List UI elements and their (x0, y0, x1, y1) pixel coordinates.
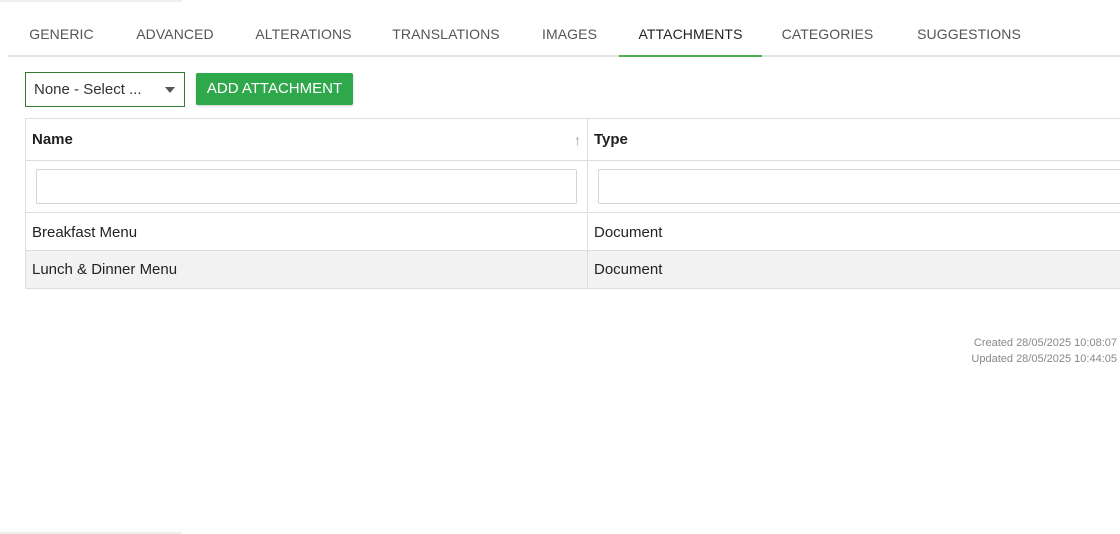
tab-categories[interactable]: CATEGORIES (762, 14, 893, 55)
filter-row (26, 161, 1120, 213)
attachments-table: Name ↑ Type Breakfast Menu Document Lunc… (25, 118, 1120, 289)
table-header: Name ↑ Type (26, 119, 1120, 161)
column-header-label: Name (32, 131, 73, 148)
updated-timestamp: Updated 28/05/2025 10:44:05 (971, 353, 1117, 365)
tab-bar: GENERIC ADVANCED ALTERATIONS TRANSLATION… (8, 14, 1120, 57)
column-header-label: Type (594, 131, 628, 148)
cell-name: Lunch & Dinner Menu (26, 251, 588, 288)
column-header-type[interactable]: Type (588, 119, 1120, 160)
record-timestamps: Created 28/05/2025 10:08:07 Updated 28/0… (971, 335, 1117, 367)
table-row[interactable]: Lunch & Dinner Menu Document (26, 251, 1120, 288)
attachment-select-value: None - Select ... (34, 81, 142, 98)
attachment-select[interactable]: None - Select ... (25, 72, 185, 107)
sort-ascending-icon[interactable]: ↑ (574, 119, 581, 161)
tab-generic[interactable]: GENERIC (8, 14, 115, 55)
top-divider (0, 0, 182, 2)
add-attachment-button[interactable]: ADD ATTACHMENT (196, 73, 353, 105)
chevron-down-icon (165, 87, 175, 93)
tab-suggestions[interactable]: SUGGESTIONS (893, 14, 1045, 55)
name-filter-input[interactable] (36, 169, 577, 204)
filter-cell (26, 161, 588, 212)
cell-name: Breakfast Menu (26, 214, 588, 250)
cell-type: Document (594, 261, 663, 278)
tab-attachments[interactable]: ATTACHMENTS (619, 14, 762, 57)
tab-images[interactable]: IMAGES (520, 14, 619, 55)
filter-cell (588, 161, 1120, 212)
column-header-name[interactable]: Name ↑ (26, 119, 588, 160)
table-row[interactable]: Breakfast Menu Document (26, 214, 1120, 251)
tab-advanced[interactable]: ADVANCED (115, 14, 235, 55)
created-timestamp: Created 28/05/2025 10:08:07 (973, 337, 1117, 349)
tab-translations[interactable]: TRANSLATIONS (372, 14, 520, 55)
type-filter-input[interactable] (598, 169, 1120, 204)
tab-alterations[interactable]: ALTERATIONS (235, 14, 372, 55)
cell-type: Document (594, 224, 663, 241)
